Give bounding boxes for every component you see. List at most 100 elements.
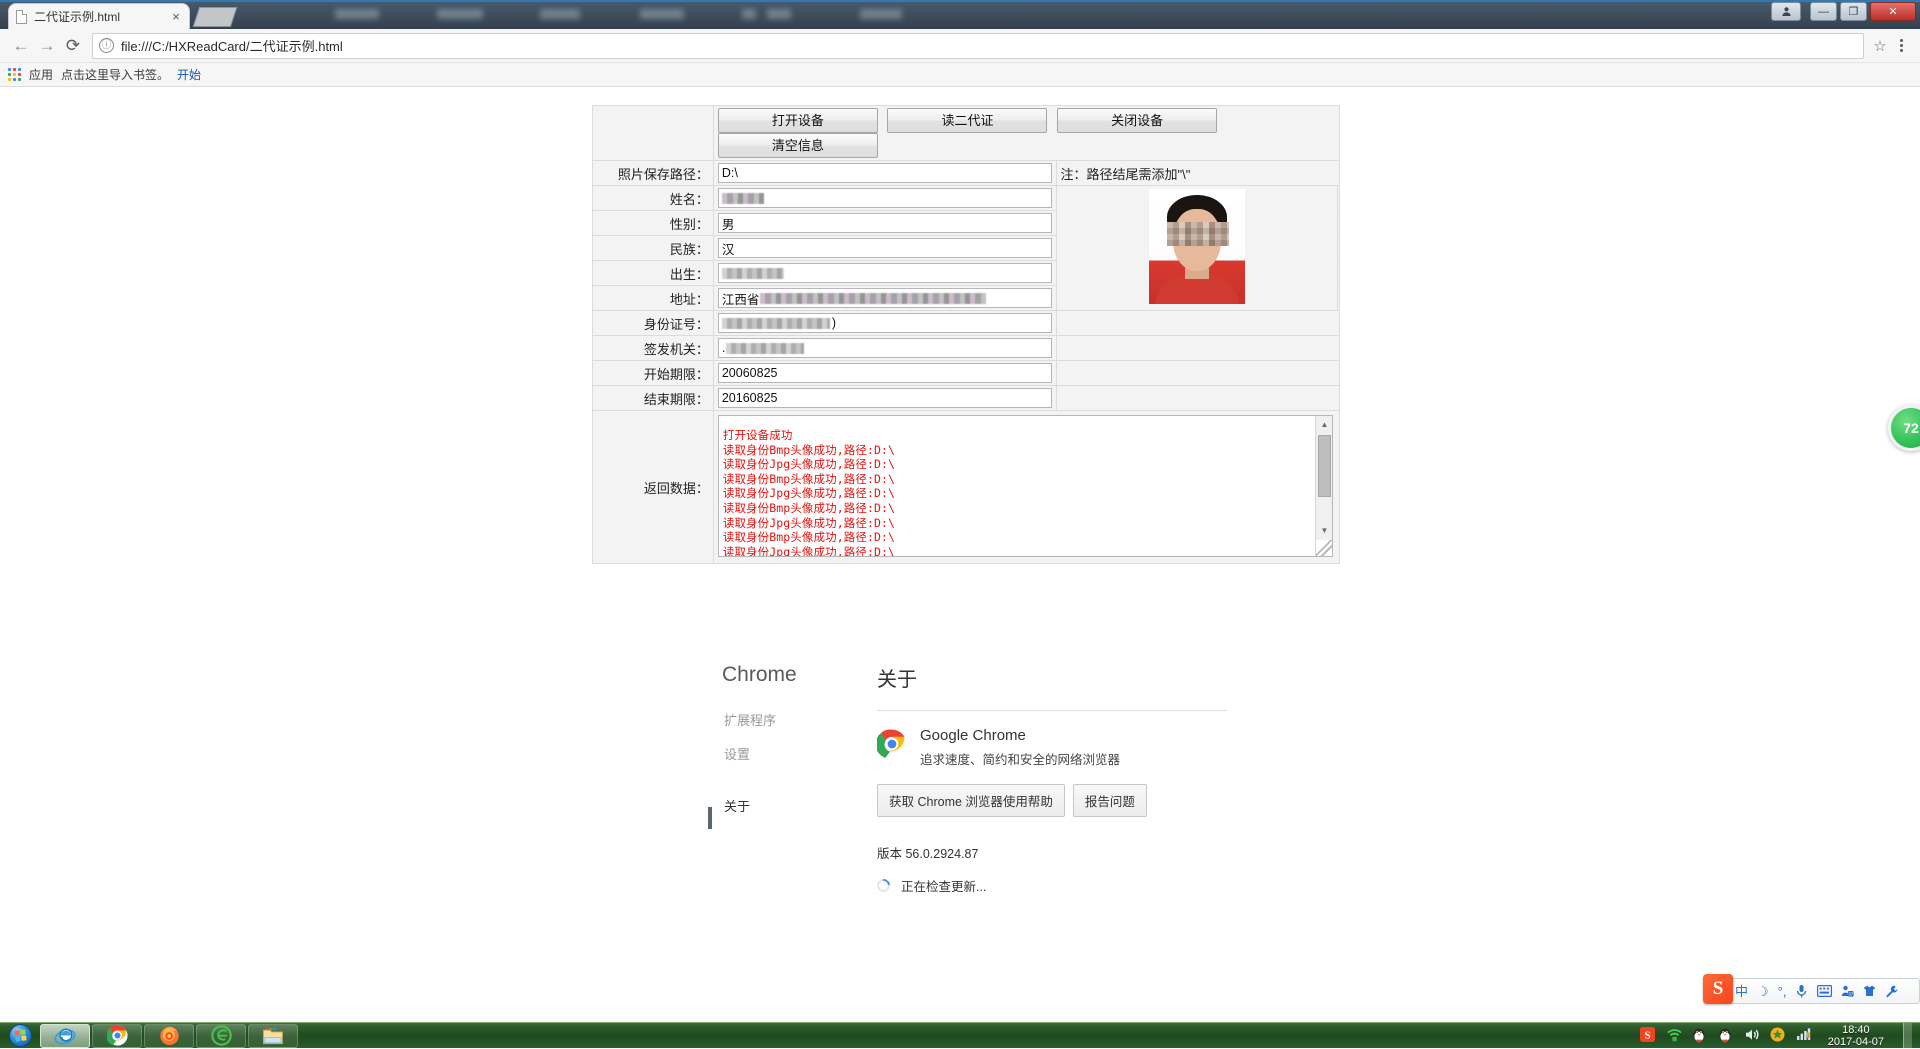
taskbar-explorer[interactable] [248,1024,298,1048]
speed-score-value: 72 [1903,420,1919,436]
close-window-button[interactable]: ✕ [1870,2,1916,21]
tab-strip: 二代证示例.html × — ❐ ✕ [0,0,1920,29]
table-row: 照片保存路径： D:\ 注：路径结尾需添加"\" [593,161,1340,186]
sidebar-item-extensions[interactable]: 扩展程序 [724,713,844,729]
valid-to-field-cell: 20160825 [713,386,1056,411]
start-button[interactable] [2,1024,38,1048]
ime-toolbox-icon[interactable]: 37 [1841,985,1854,998]
tray-signal-icon[interactable]: ! [1796,1027,1813,1044]
id-number-input[interactable]: ) [718,313,1052,333]
about-sidebar: 扩展程序 设置 关于 [724,713,844,833]
issuing-authority-field-cell: . [713,336,1056,361]
product-name: Google Chrome [920,727,1120,745]
ime-chinese-mode[interactable]: 中 [1735,985,1748,998]
log-line: 读取身份Jpg头像成功,路径:D:\ [723,457,1315,472]
tray-qq2-icon[interactable] [1718,1027,1735,1044]
ime-settings-icon[interactable] [1885,985,1898,998]
taskbar-360browser[interactable] [196,1024,246,1048]
idcard-reader-form: 打开设备 读二代证 关闭设备 清空信息 照片保存路径： D:\ 注：路径结尾需添… [592,105,1340,564]
issuing-authority-label: 签发机关： [593,336,714,361]
chrome-browser-window: 二代证示例.html × — ❐ ✕ ← → ⟳ ⓘ file:///C:/HX… [0,0,1920,1022]
sogou-logo-icon[interactable]: S [1703,974,1733,1004]
table-row: 身份证号： ) [593,311,1340,336]
address-field-cell: 江西省 [713,286,1056,311]
tray-sogou-icon[interactable]: S [1640,1027,1657,1044]
birth-field-cell [713,261,1056,286]
ime-softkeyboard-icon[interactable] [1817,985,1832,997]
open-device-button[interactable]: 打开设备 [718,108,878,133]
taskbar-ie[interactable] [40,1024,90,1048]
ime-skin-icon[interactable] [1863,985,1876,997]
address-input[interactable]: 江西省 [718,288,1052,308]
ethnicity-input[interactable]: 汉 [718,238,1052,258]
resize-grip-icon[interactable] [1316,540,1332,556]
forward-icon[interactable]: → [34,33,60,59]
window-controls: — ❐ ✕ [1771,2,1916,21]
ethnicity-label: 民族： [593,236,714,261]
valid-from-input[interactable]: 20060825 [718,363,1052,383]
gender-input[interactable]: 男 [718,213,1052,233]
close-device-button[interactable]: 关闭设备 [1057,108,1217,133]
form-button-row: 打开设备 读二代证 关闭设备 清空信息 [593,106,1340,161]
redacted-name [722,193,764,204]
face-mosaic-overlay [1167,222,1229,246]
loading-spinner-icon [874,876,892,894]
ime-punctuation-icon[interactable]: °, [1778,985,1787,998]
taskbar-clock[interactable]: 18:40 2017-04-07 [1822,1024,1894,1048]
taskbar-firefox[interactable] [144,1024,194,1048]
birth-input[interactable] [718,263,1052,283]
scrollbar-thumb[interactable] [1318,435,1331,497]
show-desktop-button[interactable] [1903,1023,1912,1049]
tray-360-icon[interactable] [1770,1027,1787,1044]
svg-text:S: S [1644,1029,1650,1041]
address-bar[interactable]: ⓘ file:///C:/HXReadCard/二代证示例.html [92,33,1864,59]
ime-moon-icon[interactable]: ☽ [1757,985,1769,998]
minimize-button[interactable]: — [1810,2,1837,21]
issuing-authority-input[interactable]: . [718,338,1052,358]
ime-voice-icon[interactable] [1795,984,1808,998]
new-tab-button[interactable] [193,7,237,27]
tray-volume-icon[interactable] [1744,1027,1761,1044]
name-field-cell [713,186,1056,211]
sogou-ime-toolbar[interactable]: S 中 ☽ °, 37 [1704,978,1920,1004]
return-data-scrollbar[interactable]: ▲ ▼ [1315,416,1332,556]
name-input[interactable] [718,188,1052,208]
photo-path-input[interactable]: D:\ [718,163,1052,183]
valid-to-input[interactable]: 20160825 [718,388,1052,408]
page-icon [15,9,28,24]
id-photo-cell [1056,186,1338,311]
sidebar-item-settings[interactable]: 设置 [724,747,844,763]
sidebar-active-indicator [708,807,712,829]
sidebar-item-about[interactable]: 关于 [724,799,844,815]
import-bookmarks-start-link[interactable]: 开始 [177,66,201,83]
scroll-down-icon[interactable]: ▼ [1316,522,1333,539]
site-info-icon[interactable]: ⓘ [99,38,114,53]
browser-toolbar: ← → ⟳ ⓘ file:///C:/HXReadCard/二代证示例.html… [0,29,1920,63]
clear-info-button[interactable]: 清空信息 [718,133,878,158]
report-issue-button[interactable]: 报告问题 [1073,784,1147,817]
log-line: 打开设备成功 [723,428,1315,443]
tray-network-icon[interactable] [1666,1027,1683,1044]
scroll-up-icon[interactable]: ▲ [1316,416,1333,433]
restore-button[interactable]: ❐ [1840,2,1867,21]
back-icon[interactable]: ← [8,33,34,59]
apps-grid-icon[interactable] [8,68,21,81]
return-data-textarea[interactable]: 打开设备成功 读取身份Bmp头像成功,路径:D:\ 读取身份Jpg头像成功,路径… [718,415,1333,557]
tab-close-icon[interactable]: × [169,10,183,24]
taskbar-chrome[interactable] [92,1024,142,1048]
get-help-button[interactable]: 获取 Chrome 浏览器使用帮助 [877,784,1065,817]
reload-icon[interactable]: ⟳ [60,33,86,59]
page-viewport: 打开设备 读二代证 关闭设备 清空信息 照片保存路径： D:\ 注：路径结尾需添… [0,87,1920,1021]
version-text: 版本 56.0.2924.87 [877,843,1357,862]
bookmark-star-icon[interactable]: ☆ [1870,37,1890,55]
apps-label[interactable]: 应用 [29,66,53,83]
browser-tab-active[interactable]: 二代证示例.html × [8,3,190,29]
profile-icon[interactable] [1771,2,1801,21]
tray-qq-icon[interactable] [1692,1027,1709,1044]
chrome-menu-icon[interactable] [1890,33,1912,59]
id-photo [1149,189,1245,304]
read-card-button[interactable]: 读二代证 [887,108,1047,133]
speed-score-badge[interactable]: 72 [1888,405,1920,451]
clock-time: 18:40 [1828,1024,1884,1036]
address-label: 地址： [593,286,714,311]
